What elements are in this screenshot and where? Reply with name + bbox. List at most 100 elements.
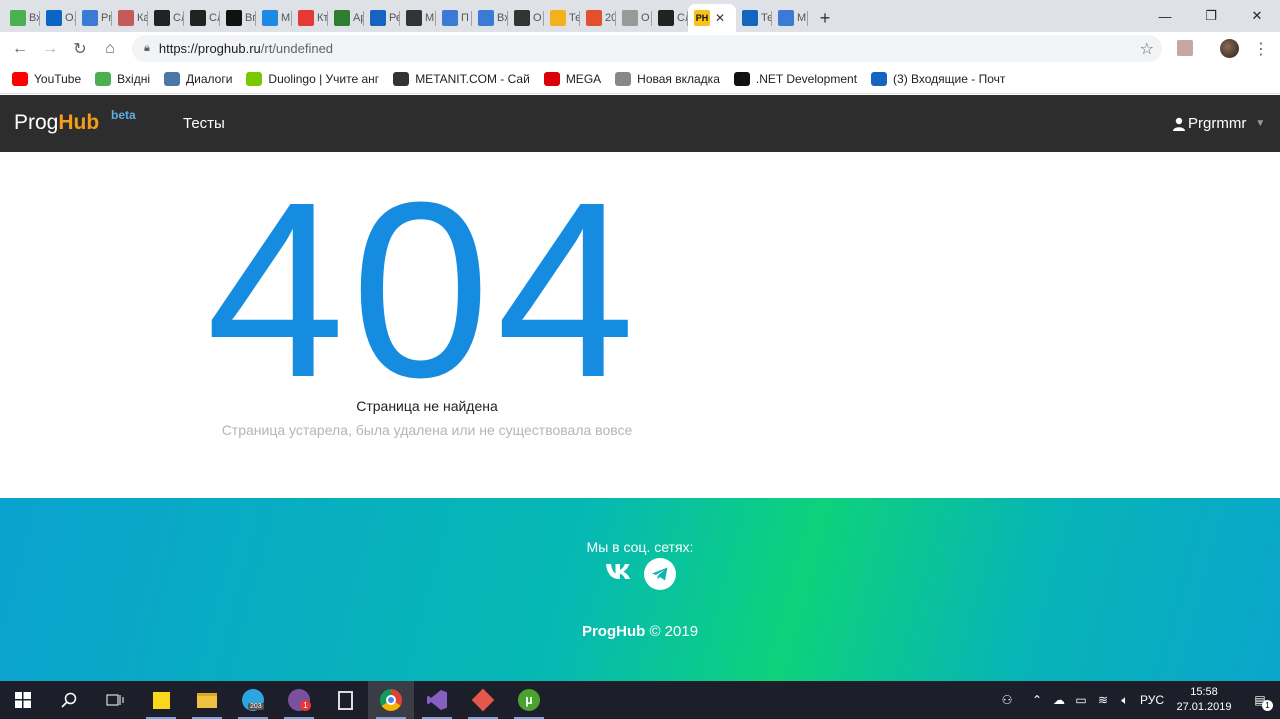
bookmark-item[interactable]: MEGA xyxy=(543,72,601,86)
back-arrow-icon[interactable]: ← xyxy=(5,34,35,64)
tab-b-4[interactable]: Сл xyxy=(148,4,184,32)
tab-b-2[interactable]: Pr xyxy=(76,4,112,32)
footer-copyright: © 2019 xyxy=(649,623,699,640)
minimize-icon[interactable]: — xyxy=(1142,0,1188,32)
address-bar[interactable]: 🔒︎ https://proghub.ru/rt/undefined ☆ xyxy=(132,35,1162,62)
tab-label: О xyxy=(533,12,542,24)
tab-b-11[interactable]: М xyxy=(400,4,436,32)
bookmark-item[interactable]: Диалоги xyxy=(164,72,232,86)
tab-b-16[interactable]: 20 xyxy=(580,4,616,32)
social-links xyxy=(604,558,676,590)
tab-label: Те xyxy=(569,12,580,24)
windows-taskbar: 203 1 µ ⚇ ⌃ ☁ ▭ ≋ 🔈︎ РУС 15:58 27.01.201… xyxy=(0,681,1280,719)
maximize-icon[interactable]: ❐ xyxy=(1188,0,1234,32)
tab-b-10[interactable]: Ре xyxy=(364,4,400,32)
tab-label: Те xyxy=(761,12,772,24)
site-logo[interactable]: ProgHub beta xyxy=(14,108,136,135)
tab-b-0[interactable]: Вх xyxy=(4,4,40,32)
tab-b-1[interactable]: О. xyxy=(40,4,76,32)
nav-tests-link[interactable]: Тесты xyxy=(183,115,225,132)
tab-a-0[interactable]: Те xyxy=(736,4,772,32)
sticky-notes-icon[interactable] xyxy=(138,681,184,719)
hd-icon xyxy=(154,10,170,26)
error-title: Страница не найдена xyxy=(356,398,498,414)
menu-kebab-icon[interactable]: ⋮ xyxy=(1253,39,1269,59)
tab-b-17[interactable]: О xyxy=(616,4,652,32)
new-tab-button[interactable]: + xyxy=(808,4,842,32)
git-icon[interactable] xyxy=(460,681,506,719)
tab-b-3[interactable]: Ка xyxy=(112,4,148,32)
proghub-icon: PH xyxy=(694,10,710,26)
search-icon[interactable] xyxy=(46,681,92,719)
volume-icon[interactable]: 🔈︎ xyxy=(1114,693,1136,708)
language-indicator[interactable]: РУС xyxy=(1136,693,1168,707)
viber-app-icon[interactable]: 1 xyxy=(276,681,322,719)
chrome-icon[interactable] xyxy=(368,681,414,719)
clock[interactable]: 15:58 27.01.2019 xyxy=(1168,685,1240,715)
pdf-extension-icon[interactable] xyxy=(1177,40,1193,56)
file-explorer-icon[interactable] xyxy=(184,681,230,719)
bookmark-item[interactable]: (3) Входящие - Почт xyxy=(871,72,1005,86)
vk-icon[interactable] xyxy=(604,561,638,587)
calculator-icon[interactable] xyxy=(322,681,368,719)
bookmark-label: Диалоги xyxy=(186,72,233,86)
windows-start-icon[interactable] xyxy=(0,681,46,719)
onedrive-icon[interactable]: ☁ xyxy=(1048,693,1070,707)
tab-a-1[interactable]: М xyxy=(772,4,808,32)
bookmark-label: Вхідні xyxy=(117,72,150,86)
browser-toolbar: ← → ↻ ⌂ 🔒︎ https://proghub.ru/rt/undefin… xyxy=(0,32,1280,65)
close-tab-icon[interactable]: ✕ xyxy=(715,11,725,25)
url-path: /rt/undefined xyxy=(260,41,334,56)
url-host: https://proghub.ru xyxy=(158,41,261,56)
clock-date: 27.01.2019 xyxy=(1176,701,1232,713)
notifications-count: 1 xyxy=(1262,700,1273,711)
tab-label: Вх xyxy=(29,12,40,24)
browser-tab-strip: Вх О. Pr Ка Сл Сл Вг М Кт Ар Ре М П Вх О Те 20 О Сл PH ✕ Т… xyxy=(0,0,1280,32)
profile-avatar[interactable] xyxy=(1220,39,1239,58)
brand-hub: Hub xyxy=(58,111,100,134)
tab-b-7[interactable]: М xyxy=(256,4,292,32)
user-menu[interactable]: Prgrmmr ▼ xyxy=(1173,115,1265,132)
bookmark-item[interactable]: Duolingo | Учите анг xyxy=(246,72,379,86)
q-icon xyxy=(370,10,386,26)
bookmark-item[interactable]: Новая вкладка xyxy=(615,72,720,86)
window-close-icon[interactable]: ✕ xyxy=(1234,0,1280,32)
mail-icon xyxy=(10,10,26,26)
battery-icon[interactable]: ▭ xyxy=(1070,693,1092,707)
bookmark-item[interactable]: METANIT.COM - Сай xyxy=(393,72,530,86)
wifi-icon[interactable]: ≋ xyxy=(1092,693,1114,707)
tab-active-proghub[interactable]: PH ✕ xyxy=(688,4,736,32)
tab-b-9[interactable]: Ар xyxy=(328,4,364,32)
tab-b-18[interactable]: Сл xyxy=(652,4,688,32)
github-icon xyxy=(226,10,242,26)
telegram-app-icon[interactable]: 203 xyxy=(230,681,276,719)
forward-arrow-icon[interactable]: → xyxy=(35,34,65,64)
image-icon xyxy=(118,10,134,26)
tab-label: Pr xyxy=(101,12,112,24)
people-icon[interactable]: ⚇ xyxy=(996,693,1018,707)
home-icon[interactable]: ⌂ xyxy=(95,34,125,64)
reload-icon[interactable]: ↻ xyxy=(65,34,95,64)
share-nodes-icon xyxy=(778,10,794,26)
task-view-icon[interactable] xyxy=(92,681,138,719)
tab-b-6[interactable]: Вг xyxy=(220,4,256,32)
tab-b-13[interactable]: Вх xyxy=(472,4,508,32)
chevron-up-icon[interactable]: ⌃ xyxy=(1026,693,1048,707)
telegram-icon[interactable] xyxy=(644,558,676,590)
bookmark-item[interactable]: .NET Development xyxy=(733,72,857,86)
tab-b-14[interactable]: О xyxy=(508,4,544,32)
tab-b-12[interactable]: П xyxy=(436,4,472,32)
utorrent-icon[interactable]: µ xyxy=(506,681,552,719)
visual-studio-icon[interactable] xyxy=(414,681,460,719)
page-icon xyxy=(615,72,632,86)
hd-icon xyxy=(658,10,674,26)
bookmark-item[interactable]: YouTube xyxy=(12,72,81,86)
tab-b-8[interactable]: Кт xyxy=(292,4,328,32)
tab-b-15[interactable]: Те xyxy=(544,4,580,32)
tab-label: Вх xyxy=(497,12,508,24)
tab-b-5[interactable]: Сл xyxy=(184,4,220,32)
notifications-icon[interactable]: ▤ 1 xyxy=(1240,693,1280,711)
bookmark-item[interactable]: Вхідні xyxy=(95,72,150,86)
system-tray: ⚇ ⌃ ☁ ▭ ≋ 🔈︎ РУС 15:58 27.01.2019 ▤ 1 xyxy=(996,681,1280,719)
bookmark-star-icon[interactable]: ☆ xyxy=(1140,39,1154,59)
